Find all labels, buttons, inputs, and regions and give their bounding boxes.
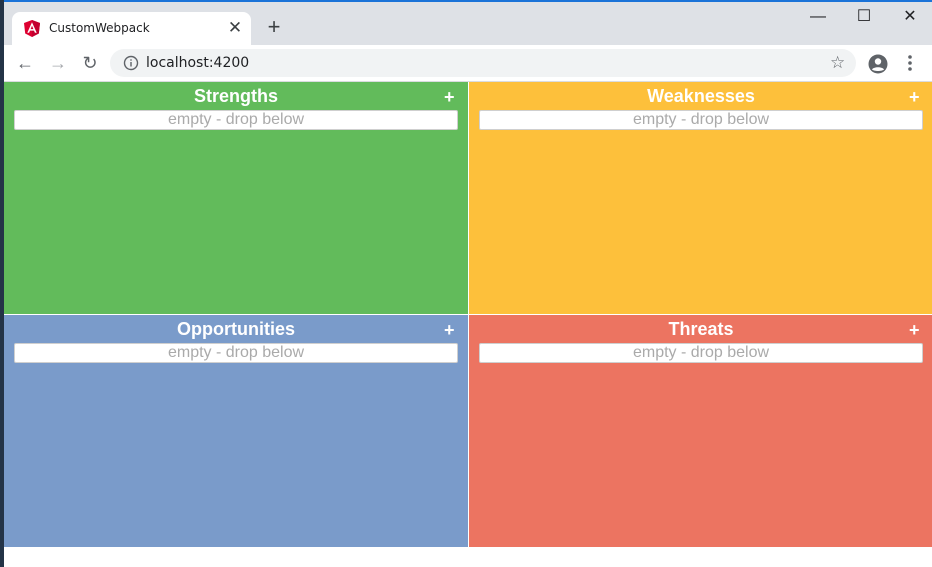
maximize-button[interactable]: ☐ bbox=[841, 6, 887, 28]
add-threat-button[interactable]: + bbox=[909, 320, 920, 340]
info-icon[interactable] bbox=[123, 55, 139, 71]
threats-quadrant: Threats + empty - drop below bbox=[468, 315, 932, 547]
star-icon[interactable]: ☆ bbox=[830, 53, 845, 73]
weaknesses-quadrant: Weaknesses + empty - drop below bbox=[468, 82, 932, 314]
swot-board: Strengths + empty - drop below Weaknesse… bbox=[4, 82, 932, 567]
add-strength-button[interactable]: + bbox=[444, 87, 455, 107]
reload-icon[interactable]: ↻ bbox=[78, 52, 102, 74]
new-tab-button[interactable]: + bbox=[263, 16, 285, 38]
tab-close-icon[interactable]: ✕ bbox=[226, 19, 244, 37]
title-bar-accent bbox=[4, 0, 932, 2]
profile-icon[interactable] bbox=[868, 54, 888, 74]
menu-icon[interactable] bbox=[902, 53, 918, 73]
title-bar: CustomWebpack ✕ + — ☐ ✕ bbox=[4, 0, 932, 45]
strengths-drop-zone[interactable]: empty - drop below bbox=[14, 110, 458, 130]
angular-logo-icon bbox=[24, 20, 40, 37]
add-weakness-button[interactable]: + bbox=[909, 87, 920, 107]
tab-title: CustomWebpack bbox=[49, 21, 150, 35]
url-text[interactable]: localhost:4200 bbox=[146, 55, 249, 71]
close-window-button[interactable]: ✕ bbox=[887, 6, 932, 28]
weaknesses-drop-zone[interactable]: empty - drop below bbox=[479, 110, 923, 130]
forward-icon[interactable]: → bbox=[46, 52, 70, 74]
opportunities-drop-zone[interactable]: empty - drop below bbox=[14, 343, 458, 363]
strengths-title: Strengths bbox=[193, 86, 278, 106]
browser-toolbar: ← → ↻ localhost:4200 ☆ bbox=[4, 45, 932, 82]
threats-drop-zone[interactable]: empty - drop below bbox=[479, 343, 923, 363]
add-opportunity-button[interactable]: + bbox=[444, 320, 455, 340]
back-icon[interactable]: ← bbox=[13, 52, 37, 74]
threats-title: Threats bbox=[668, 319, 734, 339]
browser-tab[interactable]: CustomWebpack ✕ bbox=[12, 12, 251, 45]
address-bar[interactable]: localhost:4200 ☆ bbox=[110, 49, 856, 77]
opportunities-quadrant: Opportunities + empty - drop below bbox=[4, 315, 468, 547]
opportunities-title: Opportunities bbox=[177, 319, 295, 339]
minimize-button[interactable]: — bbox=[795, 6, 841, 28]
weaknesses-title: Weaknesses bbox=[647, 86, 755, 106]
strengths-quadrant: Strengths + empty - drop below bbox=[4, 82, 468, 314]
browser-window: CustomWebpack ✕ + — ☐ ✕ ← → ↻ localhost:… bbox=[4, 0, 932, 567]
